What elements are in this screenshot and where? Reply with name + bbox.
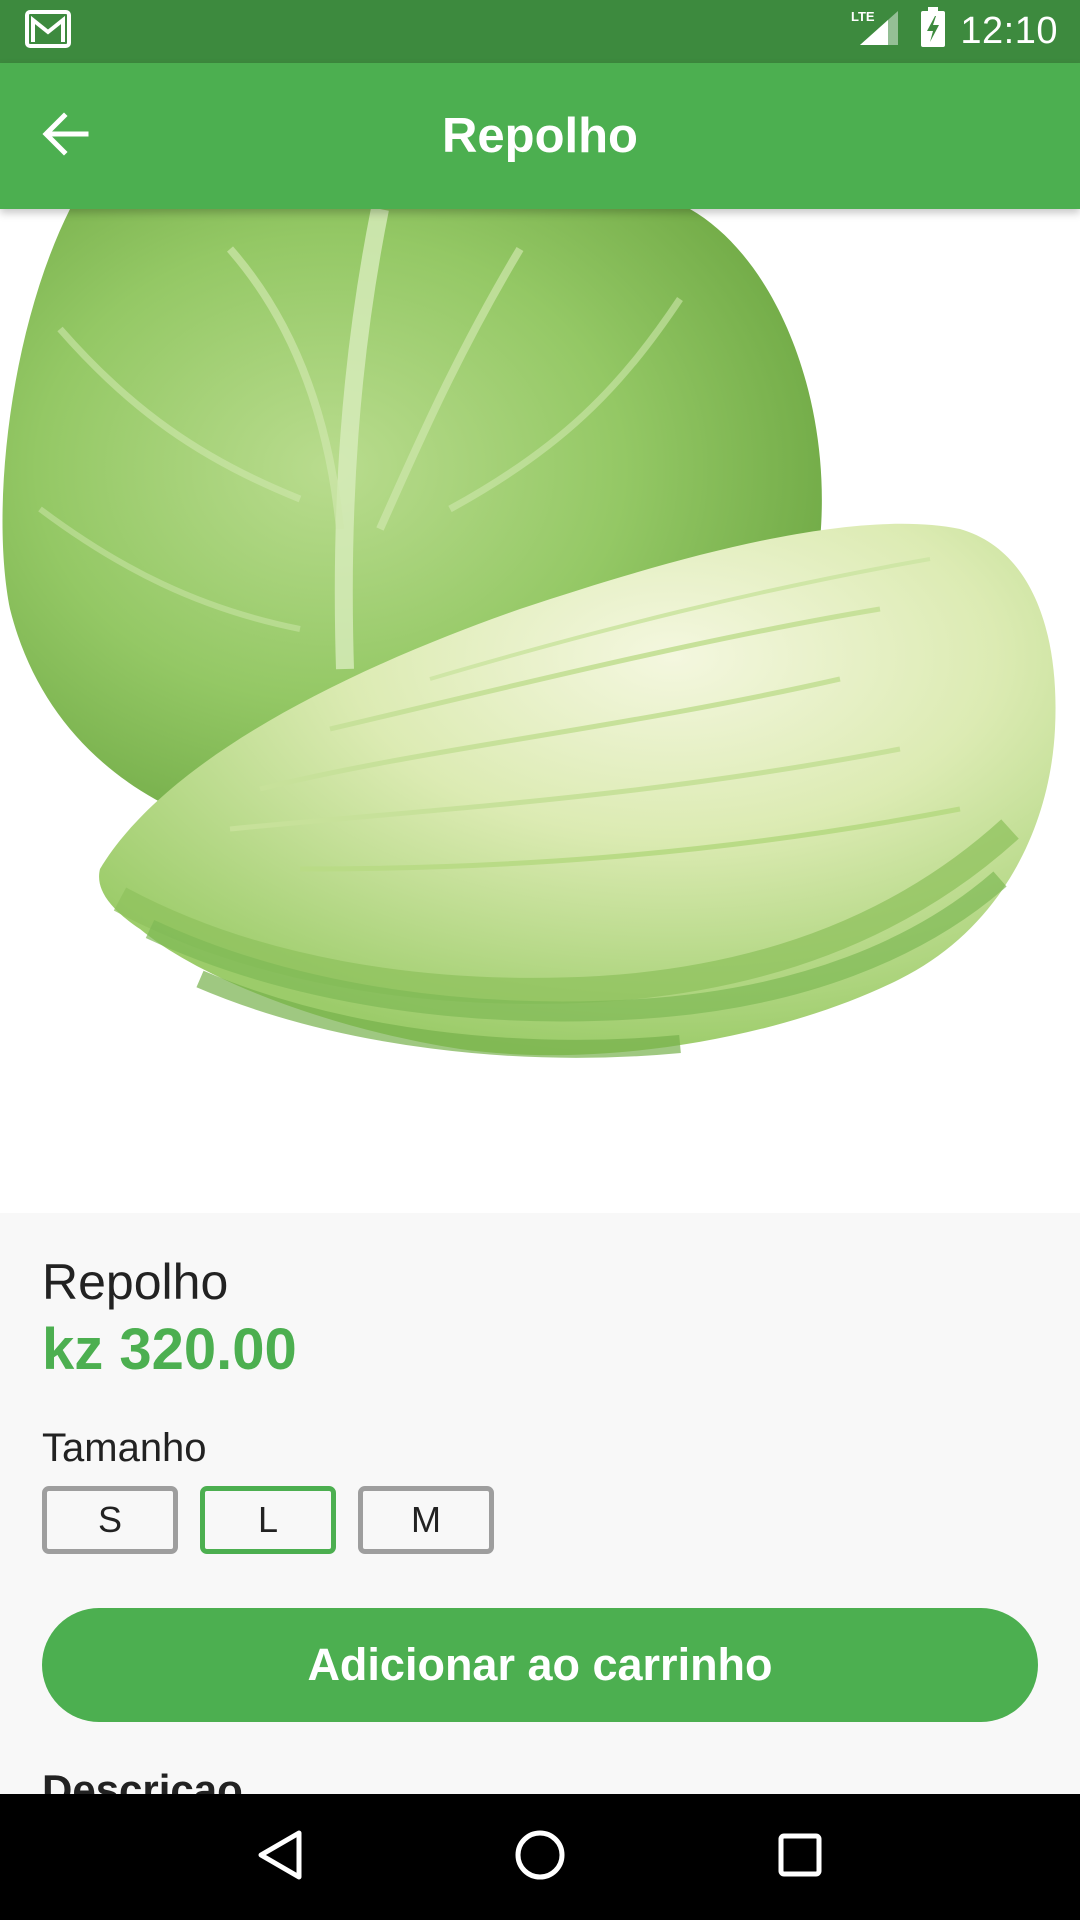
nav-recents-icon <box>776 1831 824 1884</box>
size-option-m[interactable]: M <box>358 1486 494 1554</box>
status-time: 12:10 <box>960 10 1058 52</box>
svg-text:LTE: LTE <box>851 9 875 24</box>
page-title: Repolho <box>442 109 638 163</box>
status-right: LTE 12:10 <box>850 6 1058 57</box>
screen: LTE 12:10 Repolho Repolho kz 320.00 Tama… <box>0 0 1080 1920</box>
nav-home-button[interactable] <box>495 1812 585 1902</box>
size-options: S L M <box>42 1486 494 1554</box>
product-details: Repolho kz 320.00 Tamanho S L M Adiciona… <box>0 1213 1080 1794</box>
gmail-icon <box>24 9 74 54</box>
lte-signal-icon: LTE <box>850 7 906 57</box>
product-name: Repolho <box>42 1254 229 1310</box>
size-label: Tamanho <box>42 1426 207 1470</box>
description-heading: Descricao <box>42 1766 243 1794</box>
navigation-bar <box>0 1794 1080 1920</box>
nav-back-button[interactable] <box>235 1812 325 1902</box>
app-bar: Repolho <box>0 63 1080 209</box>
status-left <box>24 9 74 54</box>
add-to-cart-button[interactable]: Adicionar ao carrinho <box>42 1608 1038 1722</box>
nav-back-icon <box>255 1829 305 1886</box>
product-image <box>0 209 1080 1213</box>
status-bar: LTE 12:10 <box>0 0 1080 63</box>
size-option-s[interactable]: S <box>42 1486 178 1554</box>
size-option-l[interactable]: L <box>200 1486 336 1554</box>
battery-charging-icon <box>920 6 946 57</box>
nav-recents-button[interactable] <box>755 1812 845 1902</box>
cabbage-illustration <box>2 209 1056 1058</box>
nav-home-icon <box>513 1828 567 1887</box>
product-price: kz 320.00 <box>42 1317 297 1382</box>
